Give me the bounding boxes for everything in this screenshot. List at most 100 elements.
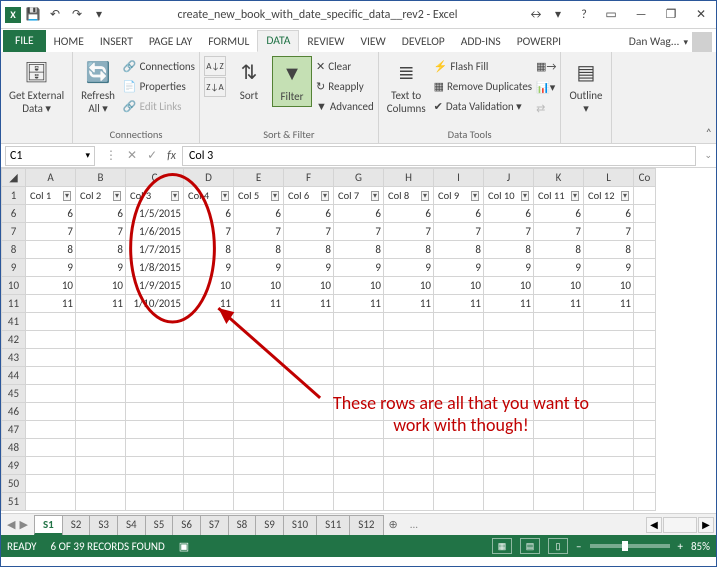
cell[interactable]: 1/5/2015: [126, 205, 184, 223]
cell[interactable]: 8: [76, 241, 126, 259]
row-header[interactable]: 47: [2, 421, 26, 439]
sheet-tab-S11[interactable]: S11: [316, 515, 350, 535]
cell[interactable]: 9: [76, 259, 126, 277]
sheet-tab-S5[interactable]: S5: [145, 515, 174, 535]
row-header[interactable]: 50: [2, 475, 26, 493]
filter-header[interactable]: Col 7▾: [334, 187, 384, 205]
properties-button[interactable]: 📄Properties: [123, 76, 195, 96]
filter-dropdown-icon[interactable]: ▾: [221, 191, 229, 201]
row-header[interactable]: 11: [2, 295, 26, 313]
scroll-right-icon[interactable]: ▶: [698, 517, 714, 533]
tab-data[interactable]: DATA: [257, 30, 299, 52]
sheet-tab-S9[interactable]: S9: [255, 515, 284, 535]
filter-dropdown-icon[interactable]: ▾: [621, 191, 629, 201]
cell[interactable]: 7: [384, 223, 434, 241]
cell[interactable]: 11: [534, 295, 584, 313]
cell[interactable]: 10: [334, 277, 384, 295]
collapse-ribbon-icon[interactable]: ˄: [706, 127, 712, 141]
cell[interactable]: 8: [334, 241, 384, 259]
dots-icon[interactable]: ⋮: [105, 148, 117, 163]
save-icon[interactable]: 💾: [23, 5, 43, 25]
zoom-out-button[interactable]: –: [576, 540, 581, 553]
cell[interactable]: 8: [184, 241, 234, 259]
clear-filter-button[interactable]: ✕Clear: [316, 56, 374, 76]
cell[interactable]: 9: [434, 259, 484, 277]
zoom-slider[interactable]: [590, 544, 670, 548]
cell[interactable]: 6: [334, 205, 384, 223]
nav-next-icon[interactable]: ▶: [19, 518, 27, 531]
cell[interactable]: 6: [184, 205, 234, 223]
row-header[interactable]: 10: [2, 277, 26, 295]
filter-header[interactable]: Col 10▾: [484, 187, 534, 205]
cell[interactable]: 7: [484, 223, 534, 241]
tab-addins[interactable]: ADD-INS: [453, 32, 509, 52]
minimize-button[interactable]: —: [626, 3, 656, 26]
outline-button[interactable]: ▤ Outline ▾: [565, 56, 606, 117]
cell[interactable]: 11: [334, 295, 384, 313]
signed-in-user[interactable]: Dan Wag...▾: [629, 32, 716, 52]
select-all-corner[interactable]: ◢: [2, 169, 26, 187]
cell[interactable]: 10: [284, 277, 334, 295]
filter-header[interactable]: Col 5▾: [234, 187, 284, 205]
sheet-tab-S2[interactable]: S2: [62, 515, 91, 535]
get-external-data-button[interactable]: 🗄 Get External Data ▾: [5, 56, 68, 117]
expand-formula-icon[interactable]: ⌄: [700, 150, 716, 161]
fx-icon[interactable]: fx: [167, 149, 176, 163]
filter-header[interactable]: Col 4▾: [184, 187, 234, 205]
horizontal-scrollbar[interactable]: ◀▶: [646, 517, 716, 533]
cell[interactable]: 7: [534, 223, 584, 241]
col-header-H[interactable]: H: [384, 169, 434, 187]
cell[interactable]: 8: [584, 241, 634, 259]
filter-dropdown-icon[interactable]: ▾: [321, 191, 329, 201]
sort-asc-button[interactable]: A↓Z: [204, 56, 226, 76]
cell[interactable]: 10: [484, 277, 534, 295]
cell[interactable]: 6: [484, 205, 534, 223]
filter-header[interactable]: Col 8▾: [384, 187, 434, 205]
col-header-I[interactable]: I: [434, 169, 484, 187]
nav-prev-icon[interactable]: ◀: [7, 518, 15, 531]
cell[interactable]: 8: [284, 241, 334, 259]
cell[interactable]: 9: [284, 259, 334, 277]
row-header[interactable]: 8: [2, 241, 26, 259]
sort-desc-button[interactable]: Z↓A: [204, 77, 226, 97]
cell[interactable]: 11: [26, 295, 76, 313]
cell[interactable]: 10: [26, 277, 76, 295]
filter-dropdown-icon[interactable]: ▾: [63, 191, 71, 201]
cell[interactable]: 7: [76, 223, 126, 241]
cell[interactable]: 6: [284, 205, 334, 223]
cell[interactable]: 1/8/2015: [126, 259, 184, 277]
filter-dropdown-icon[interactable]: ▾: [371, 191, 379, 201]
tab-page-layout[interactable]: PAGE LAY: [141, 32, 200, 52]
tab-formulas[interactable]: FORMUL: [200, 32, 257, 52]
sheet-tab-S4[interactable]: S4: [117, 515, 146, 535]
tab-powerpi[interactable]: POWERPI: [509, 32, 569, 52]
cell[interactable]: 7: [26, 223, 76, 241]
cell[interactable]: 7: [284, 223, 334, 241]
row-header[interactable]: 51: [2, 493, 26, 511]
sheet-tab-S3[interactable]: S3: [89, 515, 118, 535]
col-header-L[interactable]: L: [584, 169, 634, 187]
touch-dropdown-icon[interactable]: ▾: [548, 5, 568, 25]
touch-mode-icon[interactable]: ↔: [526, 5, 546, 25]
cell[interactable]: 9: [26, 259, 76, 277]
filter-header[interactable]: Col 3▾: [126, 187, 184, 205]
tab-view[interactable]: VIEW: [353, 32, 394, 52]
consolidate-button[interactable]: ▦→: [536, 56, 556, 76]
cell[interactable]: 8: [484, 241, 534, 259]
cell[interactable]: 10: [584, 277, 634, 295]
cell[interactable]: 8: [234, 241, 284, 259]
row-header[interactable]: 41: [2, 313, 26, 331]
filter-header[interactable]: Col 9▾: [434, 187, 484, 205]
cell[interactable]: 10: [76, 277, 126, 295]
cell[interactable]: 10: [534, 277, 584, 295]
row-header[interactable]: 49: [2, 457, 26, 475]
tab-insert[interactable]: INSERT: [92, 32, 141, 52]
cell[interactable]: 11: [434, 295, 484, 313]
col-header-D[interactable]: D: [184, 169, 234, 187]
tab-review[interactable]: REVIEW: [299, 32, 352, 52]
cancel-formula-icon[interactable]: ✕: [127, 148, 137, 163]
cell[interactable]: 9: [584, 259, 634, 277]
qat-dropdown-icon[interactable]: ▾: [89, 5, 109, 25]
cell[interactable]: 10: [384, 277, 434, 295]
cell[interactable]: 11: [76, 295, 126, 313]
